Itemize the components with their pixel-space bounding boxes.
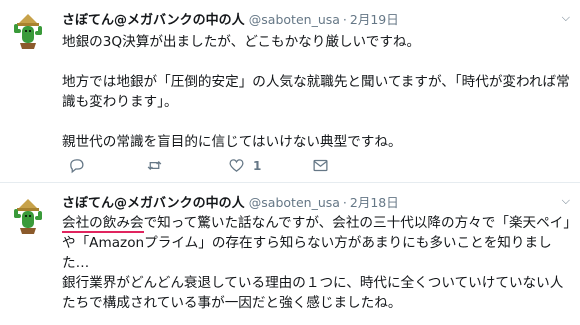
direct-message-button[interactable]: [312, 157, 329, 174]
envelope-icon: [313, 159, 328, 172]
separator-dot: ·: [342, 195, 347, 210]
cactus-avatar-icon[interactable]: [8, 195, 48, 235]
retweet-icon: [147, 161, 162, 170]
chevron-down-icon[interactable]: ⌵: [562, 194, 570, 208]
like-button[interactable]: 1: [228, 157, 261, 174]
display-name[interactable]: さぼてん@メガバンクの中の人: [62, 196, 245, 211]
separator-dot: ·: [342, 12, 347, 27]
tweet-1[interactable]: さぼてん@メガバンクの中の人 @saboten_usa · 2月19日 ⌵ 地銀の3…: [0, 0, 580, 183]
tweet-actions: 1: [62, 157, 482, 177]
tweet-text: 地銀の3Q決算が出ましたが、どこもかなり厳しいですね。 地方では地銀が「圧倒的安…: [62, 34, 570, 150]
retweet-button[interactable]: [146, 157, 171, 174]
tweet-date[interactable]: 2月18日: [350, 195, 399, 210]
tweet-text: 会社の飲み会で知って驚いた話なんですが、会社の三十代以降の方々で「楽天ペイ」や「…: [62, 213, 574, 313]
heart-icon: [229, 159, 244, 172]
display-name[interactable]: さぼてん@メガバンクの中の人: [62, 13, 245, 28]
tweet-header: さぼてん@メガバンクの中の人 @saboten_usa · 2月18日: [62, 192, 399, 211]
tweet-date[interactable]: 2月19日: [350, 12, 399, 27]
user-handle[interactable]: @saboten_usa: [249, 12, 340, 27]
like-count: 1: [253, 158, 262, 173]
reply-icon: [70, 159, 84, 174]
cactus-avatar-icon[interactable]: [8, 10, 48, 50]
chevron-down-icon[interactable]: ⌵: [562, 11, 570, 25]
underlined-phrase: 会社の飲み会: [62, 215, 144, 233]
tweet-2[interactable]: さぼてん@メガバンクの中の人 @saboten_usa · 2月18日 ⌵ 会社の飲…: [0, 183, 580, 325]
tweet-header: さぼてん@メガバンクの中の人 @saboten_usa · 2月19日: [62, 9, 399, 28]
reply-button[interactable]: [68, 157, 93, 174]
user-handle[interactable]: @saboten_usa: [249, 195, 340, 210]
